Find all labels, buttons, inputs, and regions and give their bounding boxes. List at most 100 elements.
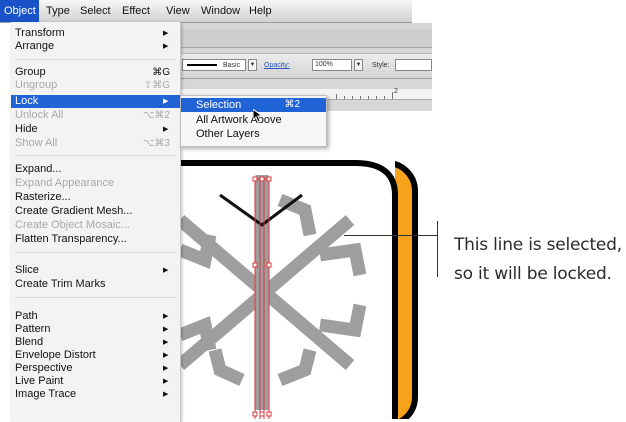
submenu-arrow-icon: ▶	[163, 378, 169, 385]
menu-item-label: Path	[15, 310, 38, 322]
dropdown-arrow-icon: ▼	[355, 62, 362, 68]
menu-item-perspective[interactable]: Perspective ▶	[11, 362, 180, 375]
menu-item-label: Slice	[15, 264, 39, 276]
menu-separator	[15, 252, 175, 253]
submenu-arrow-icon: ▶	[163, 339, 169, 346]
stroke-style-dropdown[interactable]: ▼	[248, 59, 257, 71]
menu-item-label: Arrange	[15, 40, 55, 52]
callout-bracket-line	[437, 221, 438, 277]
stroke-style-field[interactable]: Basic	[182, 59, 246, 71]
submenu-arrow-icon: ▶	[163, 391, 169, 398]
submenu-arrow-icon: ▶	[163, 126, 169, 133]
callout-line-2: so it will be locked.	[454, 264, 612, 284]
menu-item-live-paint[interactable]: Live Paint ▶	[11, 375, 180, 388]
menu-item-label: Ungroup	[15, 79, 58, 91]
menu-type[interactable]: Type	[42, 0, 74, 22]
submenu-arrow-icon: ▶	[163, 352, 169, 359]
dropdown-arrow-icon: ▼	[249, 62, 256, 68]
submenu-arrow-icon: ▶	[163, 30, 169, 37]
menu-item-label: Blend	[15, 336, 44, 348]
menu-item-label: Create Trim Marks	[15, 278, 106, 290]
menu-item-rasterize[interactable]: Rasterize...	[11, 191, 180, 204]
style-label: Style:	[372, 62, 390, 69]
menu-item-label: Live Paint	[15, 375, 64, 387]
menu-item-slice[interactable]: Slice ▶	[11, 264, 180, 277]
stroke-style-label: Basic	[223, 62, 241, 69]
opacity-dropdown[interactable]: ▼	[354, 59, 363, 71]
opacity-link[interactable]: Opacity:	[264, 61, 290, 71]
shortcut-label: ⇧⌘G	[143, 80, 170, 91]
menu-item-create-object-mosaic: Create Object Mosaic...	[11, 219, 180, 232]
menu-item-label: Rasterize...	[15, 191, 71, 203]
menu-separator	[15, 59, 175, 60]
submenu-item-other-layers[interactable]: Other Layers	[181, 127, 326, 141]
menu-item-create-trim-marks[interactable]: Create Trim Marks	[11, 278, 180, 291]
menu-item-label: Expand...	[15, 163, 62, 175]
ruler-number: 2	[394, 88, 398, 95]
menu-item-flatten-transparency[interactable]: Flatten Transparency...	[11, 233, 180, 246]
menu-item-label: Group	[15, 66, 46, 78]
menu-item-pattern[interactable]: Pattern ▶	[11, 323, 180, 336]
arrow-cursor-icon	[253, 109, 263, 123]
callout-leader-line	[344, 235, 437, 236]
document-tab-strip	[180, 29, 432, 48]
menu-item-label: Expand Appearance	[15, 177, 115, 189]
menu-item-hide[interactable]: Hide ▶	[11, 123, 180, 136]
object-menu: Transform ▶ Arrange ▶ Group ⌘G Ungroup ⇧⌘G L…	[11, 22, 181, 422]
menu-item-label: Hide	[15, 123, 38, 135]
menu-help[interactable]: Help	[245, 0, 276, 22]
menu-item-lock[interactable]: Lock ▶	[11, 95, 180, 108]
menu-item-label: Envelope Distort	[15, 349, 96, 361]
submenu-arrow-icon: ▶	[163, 313, 169, 320]
menu-item-label: Flatten Transparency...	[15, 233, 127, 245]
submenu-item-label: All Artwork Above	[196, 114, 282, 126]
menu-item-transform[interactable]: Transform ▶	[11, 27, 180, 40]
shortcut-label: ⌘G	[152, 67, 170, 78]
menu-effect[interactable]: Effect	[118, 0, 154, 22]
menu-item-arrange[interactable]: Arrange ▶	[11, 40, 180, 53]
menu-item-create-gradient-mesh[interactable]: Create Gradient Mesh...	[11, 205, 180, 218]
menu-item-label: Unlock All	[15, 109, 64, 121]
shortcut-label: ⌥⌘3	[142, 138, 170, 149]
menu-item-label: Pattern	[15, 323, 51, 335]
menu-item-label: Show All	[15, 137, 58, 149]
shortcut-label: ⌘2	[284, 99, 300, 110]
menu-item-show-all: Show All ⌥⌘3	[11, 137, 180, 150]
menu-item-label: Create Object Mosaic...	[15, 219, 130, 231]
snowflake-sign-artwork	[180, 160, 418, 419]
menu-item-envelope-distort[interactable]: Envelope Distort ▶	[11, 349, 180, 362]
opacity-field[interactable]: 100%	[312, 59, 352, 71]
submenu-arrow-icon: ▶	[163, 43, 169, 50]
menu-bar: Object Type Select Effect View Window He…	[0, 0, 412, 23]
menu-item-label: Perspective	[15, 362, 73, 374]
menu-item-label: Transform	[15, 27, 65, 39]
submenu-item-label: Other Layers	[196, 128, 260, 140]
menu-separator	[15, 297, 175, 298]
shortcut-label: ⌥⌘2	[142, 110, 170, 121]
stroke-preview	[187, 64, 217, 66]
menu-item-unlock-all: Unlock All ⌥⌘2	[11, 109, 180, 122]
control-bar: Basic ▼ Opacity: 100% ▼ Style:	[180, 53, 432, 79]
menu-select[interactable]: Select	[76, 0, 115, 22]
menu-item-label: Create Gradient Mesh...	[15, 205, 133, 217]
menu-item-path[interactable]: Path ▶	[11, 310, 180, 323]
menu-window[interactable]: Window	[197, 0, 244, 22]
submenu-arrow-icon: ▶	[163, 267, 169, 274]
menu-item-label: Image Trace	[15, 388, 77, 400]
menu-item-label: Lock	[15, 95, 39, 107]
menu-item-group[interactable]: Group ⌘G	[11, 66, 180, 79]
menu-item-image-trace[interactable]: Image Trace ▶	[11, 388, 180, 401]
menu-item-expand[interactable]: Expand...	[11, 163, 180, 176]
submenu-arrow-icon: ▶	[163, 365, 169, 372]
menu-separator	[15, 155, 175, 156]
menu-item-ungroup: Ungroup ⇧⌘G	[11, 79, 180, 92]
callout-line-1: This line is selected,	[454, 235, 622, 255]
menu-item-expand-appearance: Expand Appearance	[11, 177, 180, 190]
submenu-item-label: Selection	[196, 99, 242, 111]
style-field[interactable]	[395, 59, 432, 71]
menu-object[interactable]: Object	[0, 0, 39, 22]
submenu-arrow-icon: ▶	[163, 326, 169, 333]
menu-item-blend[interactable]: Blend ▶	[11, 336, 180, 349]
menu-view[interactable]: View	[162, 0, 194, 22]
submenu-arrow-icon: ▶	[163, 98, 169, 105]
